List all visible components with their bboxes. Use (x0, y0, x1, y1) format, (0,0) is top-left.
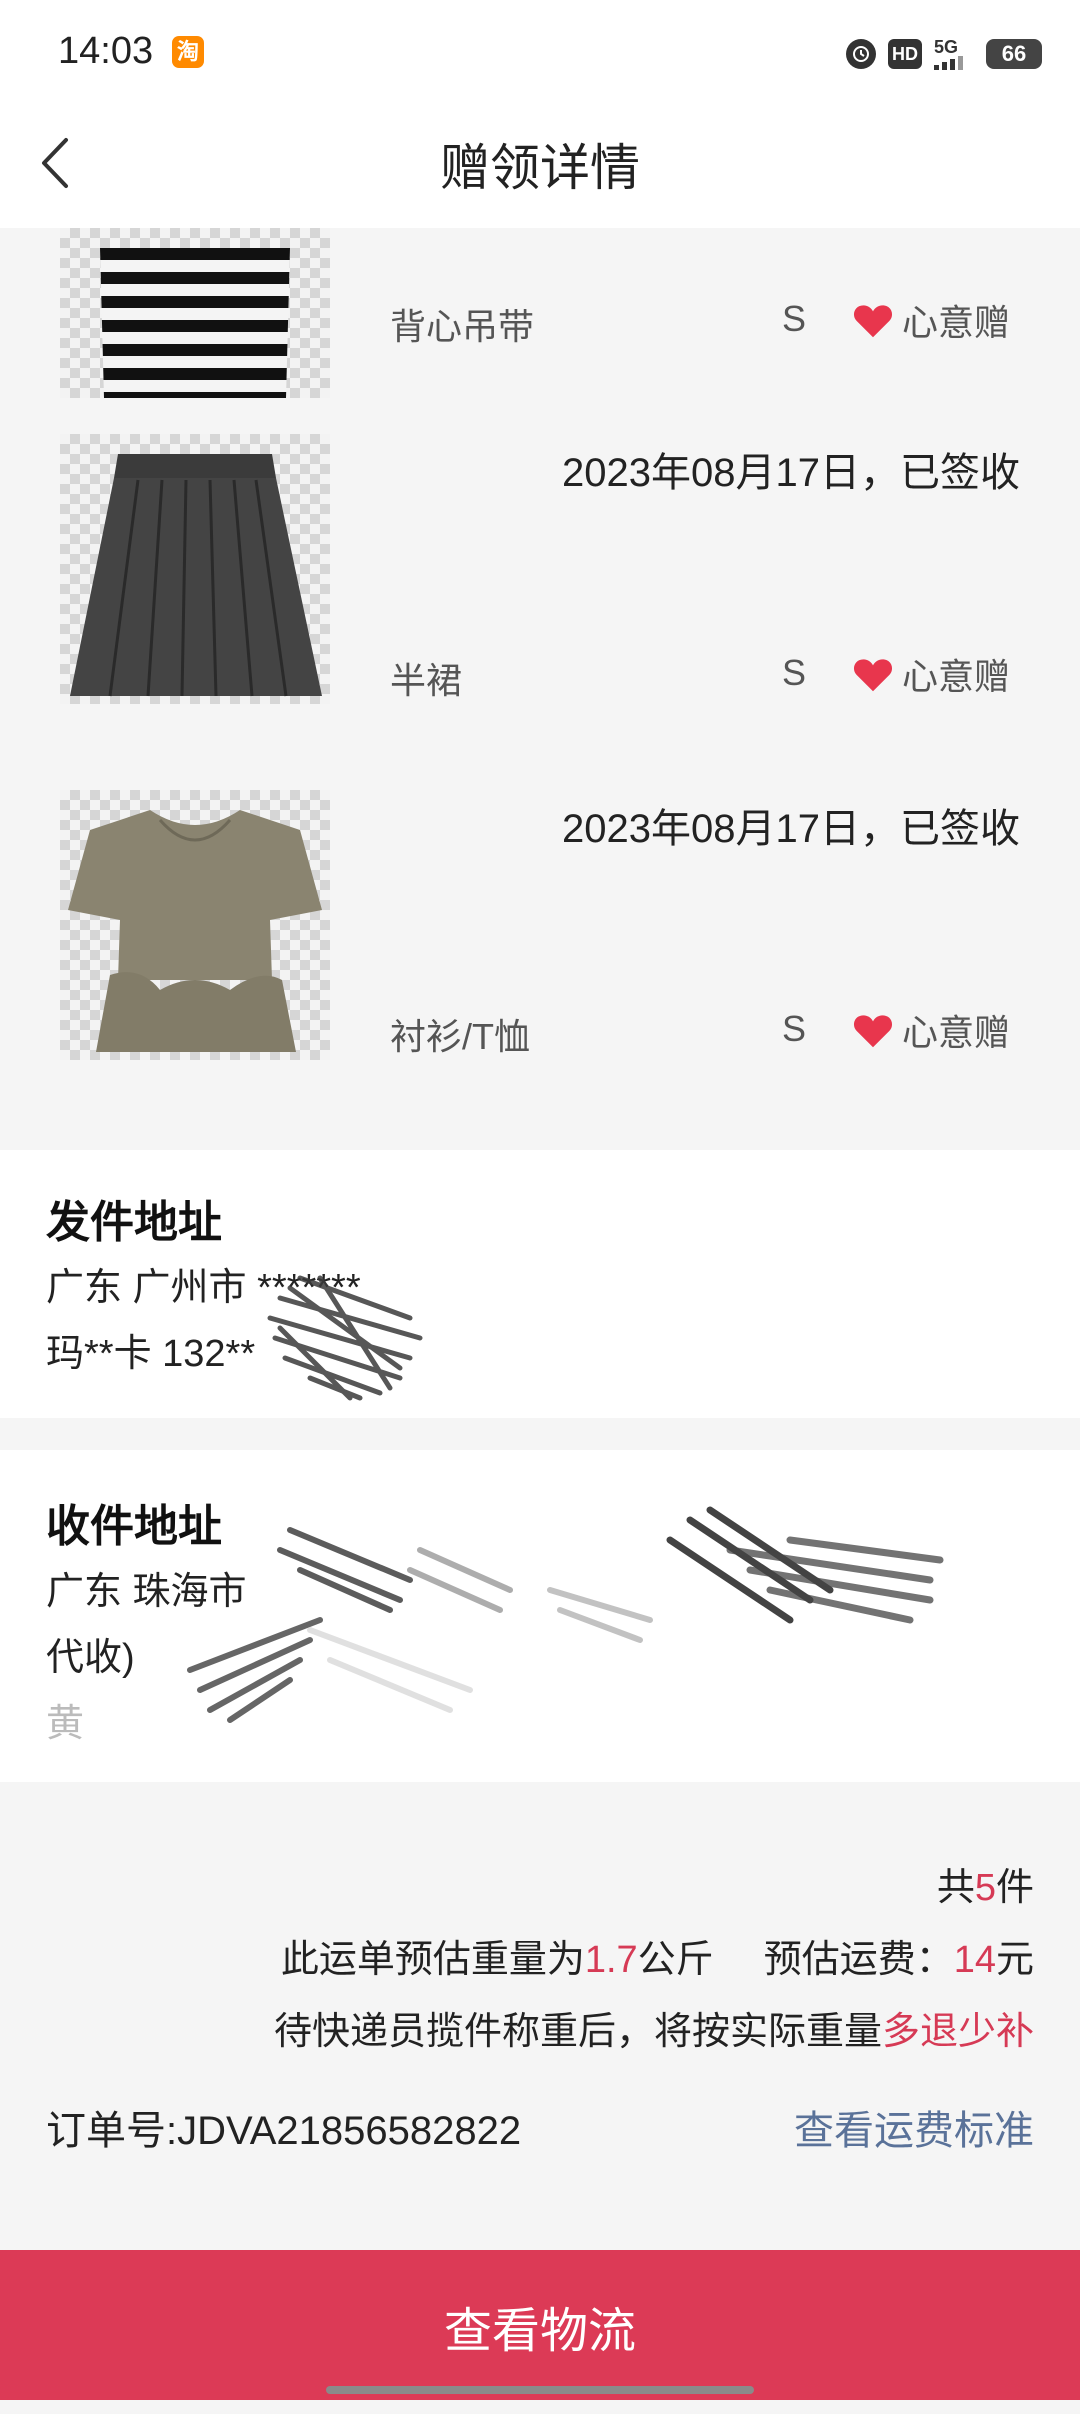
gift-tag: 心意赠 (852, 648, 1010, 700)
gift-tag-label: 心意赠 (902, 302, 1011, 343)
fee-unit: 元 (995, 1939, 1034, 1981)
gift-tag: 心意赠 (852, 1004, 1010, 1056)
fee-value: 14 (953, 1939, 996, 1981)
receiver-address-section: 收件地址 广东 珠海市 代收) 黄 (0, 1450, 1080, 1782)
weight-fee-line: 此运单预估重量为1.7公斤 预估运费：14元 (281, 1928, 1034, 1983)
item-size: S (782, 1008, 807, 1049)
count-suffix: 件 (995, 1867, 1034, 1909)
item-name: 半裙 (390, 660, 463, 701)
item-date: 2023年08月17日，已签收 (562, 451, 1020, 495)
gift-tag-label: 心意赠 (902, 656, 1011, 697)
battery-icon: 66 (986, 39, 1042, 69)
item-size: S (782, 652, 807, 693)
count-prefix: 共 (936, 1867, 975, 1909)
item-image-khaki-blouse (60, 790, 330, 1060)
signal-icon: 5G (934, 37, 974, 70)
alarm-icon (846, 39, 876, 69)
view-logistics-button[interactable]: 查看物流 (0, 2250, 1080, 2400)
sender-address-title: 发件地址 (46, 1198, 222, 1247)
receiver-contact-line: 黄 (46, 1703, 85, 1745)
header-bar: 赠领详情 (0, 100, 1080, 228)
heart-icon (853, 659, 893, 692)
weight-unit: 公斤 (637, 1939, 714, 1981)
taobao-app-icon: 淘 (172, 36, 204, 68)
weight-value: 1.7 (584, 1939, 638, 1981)
shipping-summary: 共5件 此运单预估重量为1.7公斤 预估运费：14元 待快递员揽件称重后，将按实际… (0, 1782, 1080, 2250)
hd-icon: HD (888, 39, 922, 69)
receiver-note-line: 代收) (46, 1637, 135, 1679)
status-bar: 14:03 淘 HD 5G 66 (0, 0, 1080, 100)
gift-item[interactable]: 背心吊带 S 心意赠 (0, 228, 1080, 406)
item-name: 衬衫/T恤 (390, 1016, 530, 1057)
sender-contact-line: 玛**卡 132** (46, 1333, 256, 1375)
order-label: 订单号: (46, 2109, 178, 2153)
item-name: 背心吊带 (390, 306, 535, 347)
heart-icon (853, 1015, 893, 1048)
refund-note-line: 待快递员揽件称重后，将按实际重量多退少补 (274, 2000, 1034, 2055)
status-icons: HD 5G 66 (846, 34, 1042, 74)
item-count: 共5件 (937, 1856, 1034, 1911)
item-image-striped-top (60, 228, 330, 398)
redaction-scribble (267, 1275, 423, 1401)
weight-label: 此运单预估重量为 (280, 1939, 585, 1981)
order-number: 订单号:JDVA21856582822 (46, 2098, 521, 2156)
item-date: 2023年08月17日，已签收 (562, 807, 1020, 851)
gift-item[interactable]: 2023年08月17日，已签收 衬衫/T恤 S 心意赠 (0, 760, 1080, 1150)
gift-item[interactable]: 2023年08月17日，已签收 半裙 S 心意赠 (0, 404, 1080, 762)
count-value: 5 (974, 1867, 996, 1909)
gift-tag: 心意赠 (852, 294, 1010, 346)
item-size: S (782, 298, 807, 339)
order-number-value: JDVA21856582822 (177, 2109, 522, 2153)
sender-address-section: 发件地址 广东 广州市 ******* 玛**卡 132** (0, 1150, 1080, 1418)
fee-label: 预估运费： (763, 1939, 954, 1981)
item-image-pleated-skirt (60, 434, 330, 704)
heart-icon (853, 305, 893, 338)
network-type: 5G (934, 37, 959, 57)
status-time: 14:03 (58, 30, 154, 72)
fee-standard-link[interactable]: 查看运费标准 (794, 2098, 1034, 2156)
page-title: 赠领详情 (440, 140, 640, 196)
redaction-scribble (187, 1506, 944, 1723)
gift-tag-label: 心意赠 (902, 1012, 1011, 1053)
home-indicator[interactable] (326, 2386, 754, 2394)
refund-note: 待快递员揽件称重后，将按实际重量 (273, 2011, 882, 2053)
refund-note-highlight: 多退少补 (881, 2011, 1034, 2053)
